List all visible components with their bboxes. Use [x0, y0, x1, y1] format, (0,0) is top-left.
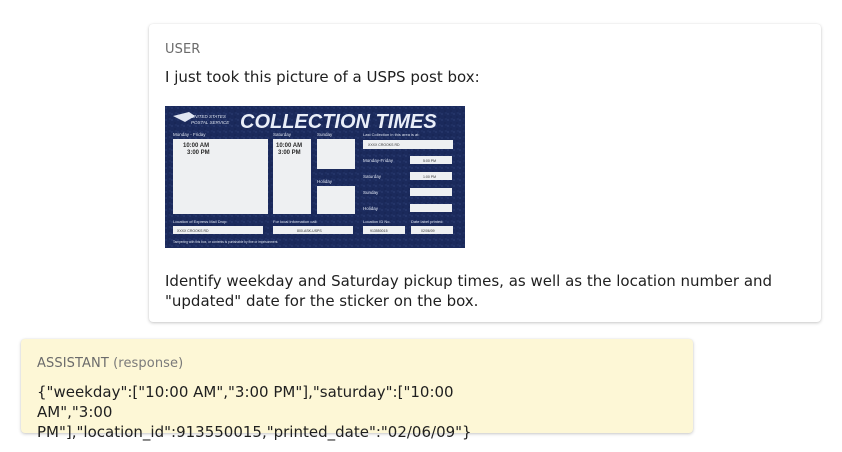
user-question-text: Identify weekday and Saturday pickup tim… — [165, 272, 773, 310]
last-collection-address: XXXX CROOKS RD — [368, 143, 400, 147]
user-intro-text: I just took this picture of a USPS post … — [165, 68, 480, 86]
row-label-sunday: Sunday — [363, 190, 379, 195]
saturday-time-2: 3:00 PM — [278, 150, 301, 156]
row-label-saturday: Saturday — [363, 174, 382, 179]
sunday-header: Sunday — [317, 132, 333, 137]
logo-line-1: UNITED STATES — [191, 114, 226, 119]
weekday-time-1: 10:00 AM — [183, 143, 209, 149]
footer-text: Tampering with this box, or contents is … — [173, 240, 278, 244]
chat-page: USER I just took this picture of a USPS … — [0, 0, 842, 452]
saturday-time-1: 10:00 AM — [276, 143, 302, 149]
assistant-role-suffix: (response) — [113, 356, 184, 371]
assistant-response-text: {"weekday":["10:00 AM","3:00 PM"],"satur… — [37, 383, 472, 441]
post-box-photo: UNITED STATES POSTAL SERVICE COLLECTION … — [165, 106, 465, 248]
row-label-weekday: Monday-Friday — [363, 158, 394, 163]
row-value-saturday: 1:00 PM — [423, 175, 436, 179]
assistant-message-card: ASSISTANT (response) {"weekday":["10:00 … — [21, 339, 693, 441]
row-box-holiday — [410, 204, 452, 212]
holiday-panel — [317, 186, 355, 214]
row-label-holiday: Holiday — [363, 206, 379, 211]
express-value: XXXX CROOKS RD — [177, 229, 209, 233]
last-collection-header: Last Collection in this area is at: — [363, 132, 419, 137]
row-box-sunday — [410, 188, 452, 196]
saturday-header: Saturday — [273, 132, 292, 137]
local-info-value: 800-ASK-USPS — [297, 229, 322, 233]
location-id-label: Location ID No. — [363, 219, 391, 224]
assistant-role-header: ASSISTANT (response) — [37, 356, 677, 372]
weekday-time-2: 3:00 PM — [187, 150, 210, 156]
location-id-value: 913550015 — [370, 229, 388, 233]
user-role-label: USER — [165, 42, 201, 57]
sticker-title: COLLECTION TIMES — [240, 111, 437, 133]
local-info-label: For local information call: — [273, 219, 317, 224]
logo-line-2: POSTAL SERVICE — [191, 120, 230, 125]
user-message-card: USER I just took this picture of a USPS … — [149, 24, 821, 322]
express-label: Location of Express Mail Drop: — [173, 219, 227, 224]
assistant-role-label: ASSISTANT — [37, 356, 109, 371]
weekday-header: Monday - Friday — [173, 132, 206, 137]
date-value: 02/06/09 — [421, 229, 435, 233]
holiday-header: Holiday — [317, 179, 333, 184]
row-value-weekday: 5:00 PM — [423, 159, 436, 163]
date-label: Date label printed: — [411, 219, 443, 224]
sunday-panel — [317, 139, 355, 169]
